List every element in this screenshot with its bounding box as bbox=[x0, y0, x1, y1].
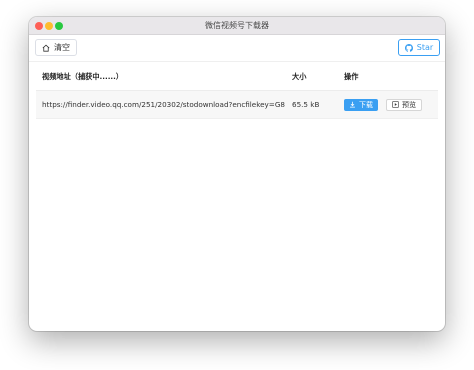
home-icon bbox=[42, 44, 50, 52]
table-header-row: 视频地址（捕获中......） 大小 操作 bbox=[36, 63, 438, 91]
video-url: https://finder.video.qq.com/251/20302/st… bbox=[42, 100, 285, 109]
play-icon bbox=[392, 101, 399, 108]
window-title: 微信视频号下载器 bbox=[205, 21, 269, 30]
title-bar: 微信视频号下载器 bbox=[29, 17, 445, 35]
video-table: 视频地址（捕获中......） 大小 操作 https://finder.vid… bbox=[36, 63, 438, 119]
clear-button-label: 清空 bbox=[54, 43, 70, 52]
header-url: 视频地址（捕获中......） bbox=[42, 71, 124, 81]
video-size: 65.5 kB bbox=[292, 100, 320, 109]
github-icon bbox=[404, 43, 413, 52]
row-actions: 下载 预览 bbox=[344, 91, 436, 118]
star-button-label: Star bbox=[416, 43, 434, 52]
app-window: 微信视频号下载器 清空 Star 视频地址（捕获中......） 大小 操作 h… bbox=[29, 17, 445, 331]
download-button[interactable]: 下载 bbox=[344, 98, 378, 111]
header-actions: 操作 bbox=[344, 71, 359, 81]
download-button-label: 下载 bbox=[359, 100, 373, 109]
header-size: 大小 bbox=[292, 71, 307, 81]
preview-button[interactable]: 预览 bbox=[386, 98, 422, 111]
toolbar-divider bbox=[29, 61, 445, 62]
table-row: https://finder.video.qq.com/251/20302/st… bbox=[36, 91, 438, 119]
star-button[interactable]: Star bbox=[398, 39, 440, 56]
preview-button-label: 预览 bbox=[402, 100, 416, 109]
clear-button[interactable]: 清空 bbox=[35, 39, 77, 56]
download-icon bbox=[350, 101, 355, 108]
